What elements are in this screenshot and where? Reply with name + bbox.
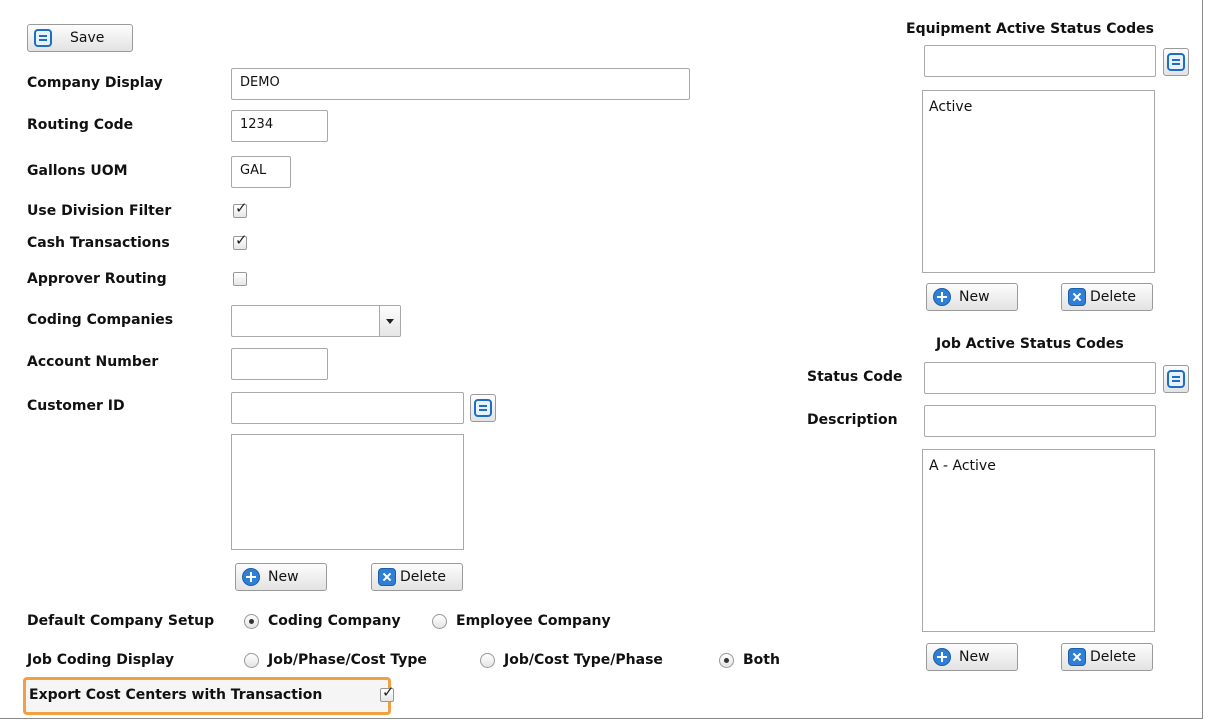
account-number-label: Account Number bbox=[27, 354, 159, 370]
routing-code-label: Routing Code bbox=[27, 117, 134, 133]
customer-new-button[interactable]: New bbox=[235, 563, 327, 591]
radio-job-phase-cost-type-label: Job/Phase/Cost Type bbox=[268, 652, 427, 668]
default-company-setup-label: Default Company Setup bbox=[27, 613, 215, 629]
gallons-uom-label: Gallons UOM bbox=[27, 163, 128, 179]
job-delete-label: Delete bbox=[1090, 649, 1136, 665]
plus-icon bbox=[242, 568, 260, 586]
chevron-down-icon[interactable] bbox=[379, 306, 400, 336]
customer-delete-button[interactable]: Delete bbox=[371, 563, 463, 591]
customer-id-lookup-button[interactable] bbox=[470, 394, 496, 422]
check-icon: ✓ bbox=[235, 199, 248, 217]
job-new-label: New bbox=[959, 649, 990, 665]
delete-x-icon bbox=[378, 568, 396, 586]
equipment-new-label: New bbox=[959, 289, 990, 305]
job-status-list[interactable]: A - Active bbox=[922, 449, 1155, 632]
equipment-delete-label: Delete bbox=[1090, 289, 1136, 305]
radio-both-label: Both bbox=[743, 652, 780, 668]
gallons-uom-input[interactable]: GAL bbox=[231, 156, 291, 188]
delete-x-icon bbox=[1068, 288, 1086, 306]
lookup-icon bbox=[1167, 370, 1185, 388]
status-code-label: Status Code bbox=[807, 369, 903, 385]
job-delete-button[interactable]: Delete bbox=[1061, 643, 1153, 671]
delete-x-icon bbox=[1068, 648, 1086, 666]
check-icon: ✓ bbox=[235, 231, 248, 249]
approver-routing-label: Approver Routing bbox=[27, 271, 167, 287]
radio-employee-company[interactable] bbox=[432, 614, 447, 629]
customer-new-label: New bbox=[268, 569, 299, 585]
equipment-status-list-item[interactable]: Active bbox=[929, 99, 1148, 115]
radio-selected-dot bbox=[249, 619, 254, 624]
save-button[interactable]: Save bbox=[27, 24, 133, 52]
coding-companies-select[interactable] bbox=[231, 305, 401, 337]
radio-both[interactable] bbox=[719, 653, 734, 668]
cash-transactions-checkbox[interactable]: ✓ bbox=[233, 231, 248, 250]
plus-icon bbox=[933, 288, 951, 306]
equipment-status-lookup-button[interactable] bbox=[1163, 48, 1189, 76]
equipment-status-list[interactable]: Active bbox=[922, 90, 1155, 273]
job-coding-display-label: Job Coding Display bbox=[27, 652, 175, 668]
use-division-filter-label: Use Division Filter bbox=[27, 203, 172, 219]
equipment-delete-button[interactable]: Delete bbox=[1061, 283, 1153, 311]
use-division-filter-checkbox[interactable]: ✓ bbox=[233, 199, 248, 218]
radio-selected-dot bbox=[724, 658, 729, 663]
radio-employee-company-label: Employee Company bbox=[456, 613, 611, 629]
equipment-status-input[interactable] bbox=[924, 45, 1156, 77]
company-display-label: Company Display bbox=[27, 75, 163, 91]
company-display-input[interactable]: DEMO bbox=[231, 68, 690, 100]
account-number-input[interactable] bbox=[231, 348, 328, 380]
job-status-title: Job Active Status Codes bbox=[936, 336, 1124, 352]
save-icon bbox=[34, 29, 52, 47]
lookup-icon bbox=[474, 399, 492, 417]
export-cost-centers-checkbox[interactable]: ✓ bbox=[380, 683, 395, 702]
status-code-input[interactable] bbox=[924, 362, 1156, 394]
save-button-label: Save bbox=[70, 30, 105, 46]
cash-transactions-label: Cash Transactions bbox=[27, 235, 170, 251]
routing-code-input[interactable]: 1234 bbox=[231, 110, 328, 142]
equipment-new-button[interactable]: New bbox=[926, 283, 1018, 311]
description-input[interactable] bbox=[924, 405, 1156, 437]
job-new-button[interactable]: New bbox=[926, 643, 1018, 671]
customer-id-label: Customer ID bbox=[27, 398, 125, 414]
equipment-status-title: Equipment Active Status Codes bbox=[906, 21, 1154, 37]
lookup-icon bbox=[1167, 53, 1185, 71]
customer-delete-label: Delete bbox=[400, 569, 446, 585]
radio-coding-company[interactable] bbox=[244, 614, 259, 629]
coding-companies-label: Coding Companies bbox=[27, 312, 174, 328]
export-cost-centers-label: Export Cost Centers with Transaction bbox=[29, 687, 323, 703]
radio-job-cost-type-phase-label: Job/Cost Type/Phase bbox=[504, 652, 663, 668]
approver-routing-checkbox[interactable] bbox=[233, 272, 247, 286]
job-status-list-item[interactable]: A - Active bbox=[929, 458, 1148, 474]
customer-id-input[interactable] bbox=[231, 392, 464, 424]
settings-panel: Save Company Display DEMO Routing Code 1… bbox=[0, 0, 1203, 719]
radio-coding-company-label: Coding Company bbox=[268, 613, 401, 629]
plus-icon bbox=[933, 648, 951, 666]
radio-job-phase-cost-type[interactable] bbox=[244, 653, 259, 668]
customer-id-list[interactable] bbox=[231, 434, 464, 550]
check-icon: ✓ bbox=[382, 683, 395, 701]
description-label: Description bbox=[807, 412, 898, 428]
radio-job-cost-type-phase[interactable] bbox=[480, 653, 495, 668]
status-code-lookup-button[interactable] bbox=[1163, 365, 1189, 393]
